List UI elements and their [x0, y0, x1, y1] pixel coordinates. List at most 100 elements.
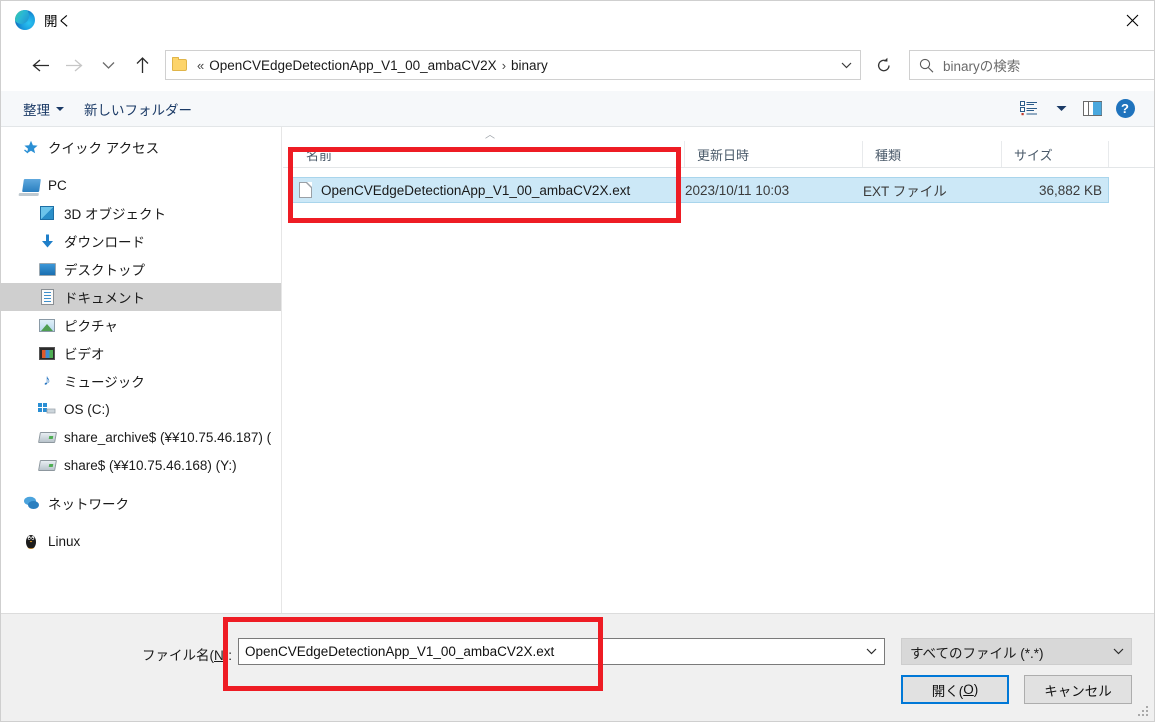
organize-button[interactable]: 整理 [13, 91, 74, 126]
column-header-type[interactable]: 種類 [862, 141, 1001, 167]
arrow-left-icon [31, 58, 50, 73]
chevron-down-icon [1056, 105, 1067, 112]
breadcrumb-overflow[interactable]: « [192, 59, 209, 72]
chevron-down-icon [841, 62, 852, 69]
file-name-label-pre: ファイル名( [142, 648, 214, 663]
cancel-button-label: キャンセル [1044, 680, 1112, 700]
open-button-accel: O [963, 682, 974, 697]
sidebar-item-label: ドキュメント [64, 287, 145, 307]
sidebar-item-3d-objects[interactable]: 3D オブジェクト [1, 199, 281, 227]
file-name-label-post: ): [224, 648, 232, 663]
new-folder-button[interactable]: 新しいフォルダー [74, 91, 202, 126]
column-header-date[interactable]: 更新日時 [684, 141, 862, 167]
table-row[interactable]: OpenCVEdgeDetectionApp_V1_00_ambaCV2X.ex… [291, 177, 1109, 203]
file-name-dropdown-button[interactable] [858, 648, 884, 655]
sidebar-item-os-drive[interactable]: OS (C:) [1, 395, 281, 423]
title-bar-left: 開く [1, 10, 71, 30]
help-button[interactable]: ? [1110, 95, 1140, 123]
sidebar-item-linux[interactable]: Linux [1, 527, 281, 555]
open-button[interactable]: 開く(O) [901, 675, 1009, 704]
sidebar-item-label: ピクチャ [64, 315, 118, 335]
column-header-name[interactable]: 名前 [283, 141, 684, 167]
view-mode-dropdown[interactable] [1046, 95, 1076, 123]
linux-icon [21, 532, 41, 550]
generic-file-icon [299, 182, 312, 198]
open-file-dialog: 開く [0, 0, 1155, 722]
sidebar-item-label: PC [48, 178, 67, 193]
arrow-up-icon [135, 56, 150, 74]
search-input[interactable]: binaryの検索 [943, 55, 1020, 75]
chevron-down-icon [56, 107, 64, 111]
sidebar-item-label: share_archive$ (¥¥10.75.46.187) ( [64, 430, 271, 445]
column-header-size[interactable]: サイズ [1001, 141, 1108, 167]
address-dropdown-button[interactable] [832, 62, 860, 69]
dialog-footer [1, 613, 1155, 722]
edge-icon [15, 10, 35, 30]
resize-grip[interactable] [1138, 706, 1150, 718]
title-bar: 開く [1, 1, 1155, 39]
help-label: ? [1116, 99, 1135, 118]
close-button[interactable] [1109, 1, 1155, 39]
arrow-right-icon [65, 58, 84, 73]
sort-ascending-icon: ︿ [485, 131, 495, 141]
breadcrumb-parent[interactable]: OpenCVEdgeDetectionApp_V1_00_ambaCV2X [209, 58, 496, 73]
open-button-label-post: ) [974, 682, 979, 697]
videos-icon [37, 344, 57, 362]
close-icon [1126, 14, 1139, 27]
sidebar-item-label: share$ (¥¥10.75.46.168) (Y:) [64, 458, 237, 473]
file-list-pane: ︿ 名前 更新日時 種類 サイズ OpenCVEdgeDetectionApp_… [283, 127, 1155, 613]
forward-button[interactable] [57, 48, 91, 82]
sidebar-item-desktop[interactable]: デスクトップ [1, 255, 281, 283]
view-mode-button[interactable] [1014, 95, 1044, 123]
sidebar-item-pictures[interactable]: ピクチャ [1, 311, 281, 339]
preview-pane-icon [1083, 100, 1103, 117]
navigation-pane: クイック アクセス PC 3D オブジェクト ダウンロード [1, 127, 282, 613]
sidebar-item-label: クイック アクセス [48, 137, 159, 157]
file-type-filter-select[interactable]: すべてのファイル (*.*) [901, 638, 1132, 665]
downloads-icon [37, 232, 57, 250]
up-button[interactable] [125, 48, 159, 82]
sidebar-item-music[interactable]: ♪ ミュージック [1, 367, 281, 395]
sidebar-item-label: Linux [48, 534, 80, 549]
back-button[interactable] [23, 48, 57, 82]
network-icon [21, 494, 41, 512]
file-type-cell: EXT ファイル [863, 180, 1002, 200]
sidebar-item-label: ネットワーク [48, 493, 129, 513]
documents-icon [37, 288, 57, 306]
sidebar-item-label: ビデオ [64, 343, 105, 363]
sidebar-item-pc[interactable]: PC [1, 171, 281, 199]
sidebar-item-downloads[interactable]: ダウンロード [1, 227, 281, 255]
window-title: 開く [44, 10, 71, 30]
breadcrumb-current[interactable]: binary [511, 58, 548, 73]
refresh-button[interactable] [867, 50, 901, 80]
file-name-text: OpenCVEdgeDetectionApp_V1_00_ambaCV2X.ex… [321, 183, 630, 198]
recent-locations-button[interactable] [91, 48, 125, 82]
file-date-cell: 2023/10/11 10:03 [685, 183, 863, 198]
search-box[interactable]: binaryの検索 [909, 50, 1155, 80]
breadcrumb-separator[interactable]: › [497, 59, 511, 72]
chevron-down-icon [102, 61, 115, 70]
file-type-filter-dropdown-button[interactable] [1105, 648, 1131, 655]
dialog-body: クイック アクセス PC 3D オブジェクト ダウンロード [1, 127, 1155, 613]
sidebar-item-documents[interactable]: ドキュメント [1, 283, 281, 311]
star-icon [21, 138, 41, 156]
address-bar[interactable]: « OpenCVEdgeDetectionApp_V1_00_ambaCV2X … [165, 50, 861, 80]
file-name-input[interactable]: OpenCVEdgeDetectionApp_V1_00_ambaCV2X.ex… [238, 638, 885, 665]
sidebar-item-share[interactable]: share$ (¥¥10.75.46.168) (Y:) [1, 451, 281, 479]
sidebar-item-videos[interactable]: ビデオ [1, 339, 281, 367]
network-drive-icon [37, 456, 57, 474]
sidebar-item-label: ミュージック [64, 371, 145, 391]
cancel-button[interactable]: キャンセル [1024, 675, 1132, 704]
preview-pane-button[interactable] [1078, 95, 1108, 123]
chevron-down-icon [1113, 648, 1124, 655]
sidebar-item-label: ダウンロード [64, 231, 145, 251]
sidebar-item-network[interactable]: ネットワーク [1, 489, 281, 517]
column-header-filler [1108, 141, 1155, 167]
file-name-value: OpenCVEdgeDetectionApp_V1_00_ambaCV2X.ex… [239, 644, 554, 659]
sidebar-item-quick-access[interactable]: クイック アクセス [1, 133, 281, 161]
command-toolbar: 整理 新しいフォルダー [1, 91, 1155, 127]
search-icon [910, 58, 943, 73]
sidebar-item-share-archive[interactable]: share_archive$ (¥¥10.75.46.187) ( [1, 423, 281, 451]
file-name-label-accel: N [214, 648, 224, 663]
toolbar-right-group: ? [1014, 95, 1155, 123]
